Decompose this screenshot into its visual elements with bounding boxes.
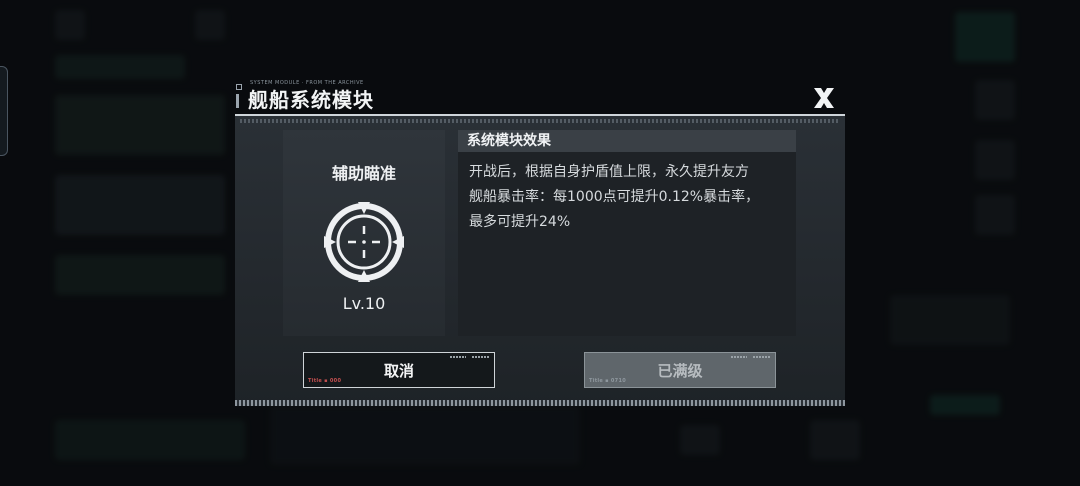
- max-level-button-label: 已满级: [657, 361, 703, 380]
- title-decoration-bar: [236, 94, 239, 108]
- cancel-button-label: 取消: [383, 361, 414, 380]
- title-decoration-icon: [236, 84, 242, 90]
- side-drawer-handle[interactable]: [0, 66, 8, 156]
- dialog-bottom-hatch: [235, 400, 845, 406]
- close-x-icon: [814, 88, 834, 108]
- effect-description: 开战后，根据自身护盾值上限，永久提升友方 舰船暴击率：每1000点可提升0.12…: [458, 152, 796, 235]
- module-name: 辅助瞄准: [331, 164, 396, 183]
- max-level-button[interactable]: 已满级 Title ▪ 0710: [584, 352, 776, 388]
- cancel-button-tag: Title ▪ 000: [308, 378, 342, 384]
- cancel-button[interactable]: 取消 Title ▪ 000: [303, 352, 495, 388]
- max-level-button-tag: Title ▪ 0710: [589, 378, 627, 384]
- close-button[interactable]: [810, 86, 838, 110]
- button-corner-deco: [450, 356, 466, 358]
- dialog-title: 舰船系统模块: [248, 88, 374, 112]
- crosshair-target-icon: [324, 202, 404, 282]
- effect-line: 开战后，根据自身护盾值上限，永久提升友方: [469, 164, 749, 180]
- effect-header: 系统模块效果: [458, 130, 796, 152]
- effect-line: 最多可提升24%: [469, 214, 571, 230]
- effect-panel: 系统模块效果 开战后，根据自身护盾值上限，永久提升友方 舰船暴击率：每1000点…: [458, 130, 796, 336]
- button-corner-deco: [753, 356, 771, 358]
- dialog-top-hatch: [240, 119, 840, 123]
- module-card: 辅助瞄准 Lv.10: [283, 130, 445, 336]
- button-corner-deco: [472, 356, 490, 358]
- effect-line: 舰船暴击率：每1000点可提升0.12%暴击率，: [469, 189, 760, 205]
- button-corner-deco: [731, 356, 747, 358]
- module-level: Lv.10: [342, 294, 386, 313]
